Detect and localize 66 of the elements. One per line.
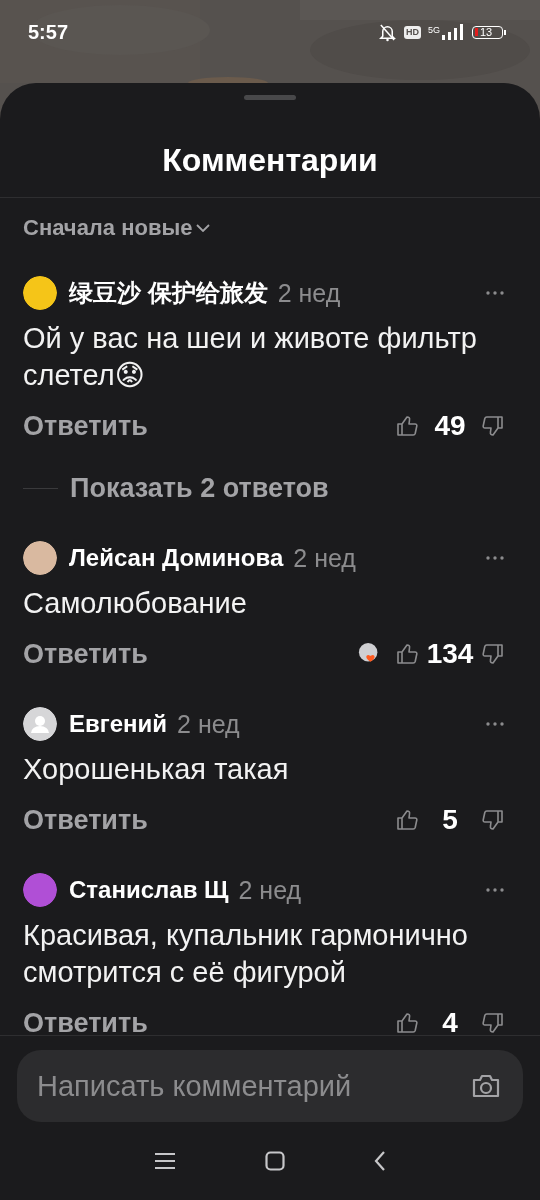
reply-button[interactable]: Ответить — [23, 804, 148, 836]
thumbs-down-icon — [482, 643, 504, 665]
avatar — [23, 276, 57, 310]
dislike-button[interactable] — [482, 809, 504, 831]
comment-time: 2 нед — [277, 278, 341, 308]
comment-text: Ой у вас на шеи и животе фильтр слетел😟 — [23, 321, 478, 393]
like-button[interactable] — [396, 643, 418, 665]
thumbs-up-icon — [396, 415, 418, 437]
more-icon — [486, 722, 504, 726]
more-button[interactable] — [486, 888, 504, 892]
camera-icon[interactable] — [471, 1073, 501, 1099]
like-count: 4 — [441, 1007, 459, 1035]
thumbs-down-icon — [482, 1012, 504, 1034]
dislike-button[interactable] — [482, 1012, 504, 1034]
author-name[interactable]: Лейсан Доминова — [69, 544, 284, 572]
thumbs-up-icon — [396, 1012, 418, 1034]
chevron-down-icon — [196, 224, 211, 232]
like-count: 134 — [425, 638, 475, 670]
battery-indicator: 13 — [472, 25, 503, 39]
like-count: 49 — [433, 410, 467, 442]
thumbs-up-icon — [396, 809, 418, 831]
menu-icon — [154, 1152, 177, 1170]
more-icon — [486, 556, 504, 560]
dislike-button[interactable] — [482, 415, 504, 437]
thumbs-down-icon — [482, 415, 504, 437]
more-button[interactable] — [486, 291, 504, 295]
comment-time: 2 нед — [177, 709, 240, 739]
comment-time: 2 нед — [293, 543, 356, 573]
sheet-title: Комментарии — [161, 141, 379, 180]
like-button[interactable] — [396, 1012, 418, 1034]
reply-button[interactable]: Ответить — [23, 638, 148, 670]
more-button[interactable] — [486, 722, 504, 726]
back-icon — [373, 1150, 386, 1172]
thumbs-down-icon — [482, 809, 504, 831]
comment-field[interactable]: Написать комментарий — [17, 1050, 523, 1122]
comment-text: Красивая, купальник гармонично смотрится с её фигурой — [23, 918, 469, 990]
comment-text: Хорошенькая такая — [23, 752, 290, 787]
like-button[interactable] — [396, 415, 418, 437]
avatar — [23, 707, 57, 741]
dislike-button[interactable] — [482, 643, 504, 665]
thumbs-up-icon — [396, 643, 418, 665]
like-button[interactable] — [396, 809, 418, 831]
comment-field[interactable]: Написать комментарий — [37, 1069, 471, 1103]
reply-button[interactable]: Ответить — [23, 410, 148, 442]
avatar — [23, 873, 57, 907]
like-count: 5 — [441, 804, 459, 836]
drag-handle[interactable] — [244, 95, 296, 100]
menu-button[interactable] — [154, 1152, 177, 1170]
avatar — [23, 541, 57, 575]
comment-time: 2 нед — [238, 875, 302, 905]
author-name[interactable]: 绿豆沙 保护给旅发 — [69, 277, 268, 309]
square-icon — [265, 1151, 285, 1171]
signal-icon — [441, 24, 465, 40]
author-name[interactable]: Евгений — [69, 710, 168, 738]
sort-dropdown[interactable]: Сначала новые — [23, 213, 211, 243]
more-icon — [486, 888, 504, 892]
show-replies-link[interactable]: Показать 2 ответов — [70, 472, 329, 504]
more-button[interactable] — [486, 556, 504, 560]
clock: 5:57 — [28, 20, 69, 44]
home-button[interactable] — [265, 1151, 285, 1171]
network-label: 5G — [428, 26, 440, 35]
more-icon — [486, 291, 504, 295]
reply-button[interactable]: Ответить — [23, 1007, 148, 1035]
author-name[interactable]: Станислав Щ — [69, 876, 229, 904]
comment-text: Самолюбование — [23, 586, 248, 621]
back-button[interactable] — [373, 1150, 386, 1172]
